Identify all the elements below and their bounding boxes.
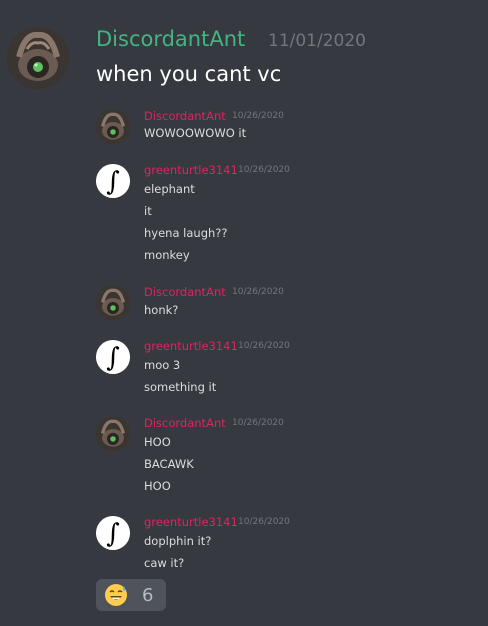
embedded-message-line: WOWOOWOWO it (144, 126, 247, 140)
ant-avatar[interactable] (96, 286, 130, 320)
embedded-timestamp: 10/26/2020 (232, 111, 284, 121)
embedded-message-line: BACAWK (144, 457, 194, 471)
embedded-message-line: hyena laugh?? (144, 226, 228, 240)
embedded-timestamp: 10/26/2020 (232, 287, 284, 297)
sweat-smile-emoji-icon (105, 584, 127, 606)
reaction-button[interactable]: 6 (96, 579, 166, 611)
integral-avatar[interactable]: ∫ (96, 516, 130, 550)
author-name[interactable]: DiscordantAnt (96, 27, 245, 51)
embedded-author-name[interactable]: greenturtle3141 (144, 515, 238, 529)
reaction-count: 6 (142, 585, 154, 606)
ant-avatar[interactable] (96, 417, 130, 451)
embedded-timestamp: 10/26/2020 (238, 341, 290, 351)
embedded-message-line: something it (144, 380, 217, 394)
embedded-author-name[interactable]: DiscordantAnt (144, 109, 226, 123)
embedded-message-line: caw it? (144, 556, 185, 570)
embedded-message-line: moo 3 (144, 358, 181, 372)
embedded-author-name[interactable]: greenturtle3141 (144, 163, 238, 177)
embedded-message-line: it (144, 204, 152, 218)
embedded-author-name[interactable]: DiscordantAnt (144, 285, 226, 299)
embedded-message-line: HOO (144, 435, 171, 449)
timestamp: 11/01/2020 (268, 31, 366, 51)
integral-avatar[interactable]: ∫ (96, 164, 130, 198)
embedded-message-line: doplphin it? (144, 534, 212, 548)
svg-text:∫: ∫ (106, 343, 120, 373)
embedded-message-line: monkey (144, 248, 190, 262)
svg-text:∫: ∫ (106, 167, 120, 197)
embedded-message-line: honk? (144, 303, 179, 317)
embedded-message-line: HOO (144, 479, 171, 493)
embedded-message-line: elephant (144, 182, 195, 196)
integral-avatar[interactable]: ∫ (96, 340, 130, 374)
svg-text:∫: ∫ (106, 519, 120, 549)
ant-avatar[interactable] (96, 110, 130, 144)
embedded-timestamp: 10/26/2020 (238, 517, 290, 527)
embedded-author-name[interactable]: DiscordantAnt (144, 416, 226, 430)
message-text: when you cant vc (96, 62, 282, 86)
embedded-author-name[interactable]: greenturtle3141 (144, 339, 238, 353)
embedded-timestamp: 10/26/2020 (232, 418, 284, 428)
ant-avatar[interactable] (7, 27, 69, 89)
embedded-timestamp: 10/26/2020 (238, 165, 290, 175)
